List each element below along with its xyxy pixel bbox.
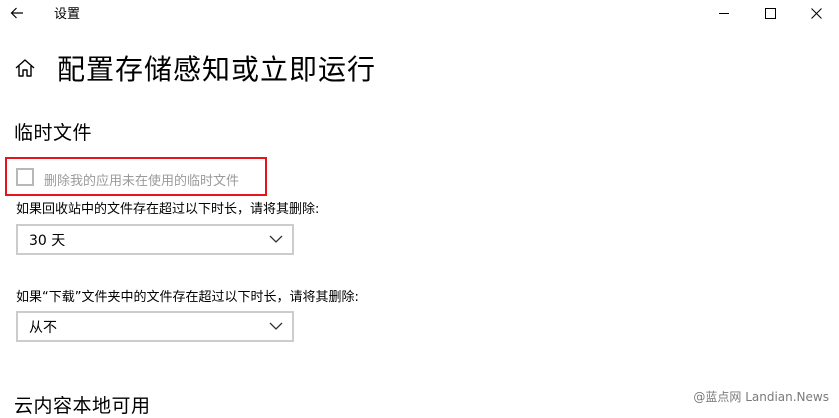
close-icon [810,7,822,19]
watermark: @蓝点网 Landian.News [693,388,829,405]
minimize-button[interactable] [701,0,747,26]
cloud-content-heading: 云内容本地可用 [14,395,151,417]
downloads-dropdown[interactable]: 从不 [16,311,294,342]
downloads-label: 如果“下载”文件夹中的文件存在超过以下时长，请将其删除: [16,290,359,305]
chevron-down-icon [269,322,283,330]
window-title: 设置 [54,7,81,22]
downloads-value: 从不 [29,319,57,336]
chevron-down-icon [269,235,283,243]
recycle-bin-value: 30 天 [29,232,66,249]
recycle-bin-dropdown[interactable]: 30 天 [16,224,294,255]
close-button[interactable] [793,0,839,26]
maximize-button[interactable] [747,0,793,26]
recycle-bin-label: 如果回收站中的文件存在超过以下时长，请将其删除: [16,202,320,217]
delete-temp-files-checkbox[interactable] [16,168,34,186]
home-icon[interactable] [14,57,38,81]
delete-temp-files-label[interactable]: 删除我的应用未在使用的临时文件 [44,170,239,189]
back-button[interactable] [0,0,34,26]
maximize-icon [764,7,776,19]
back-arrow-icon [10,7,23,19]
watermark-text: @蓝点网 Landian.News [693,390,829,404]
temp-files-heading: 临时文件 [14,122,93,144]
minimize-icon [718,12,729,14]
page-title: 配置存储感知或立即运行 [57,53,377,86]
